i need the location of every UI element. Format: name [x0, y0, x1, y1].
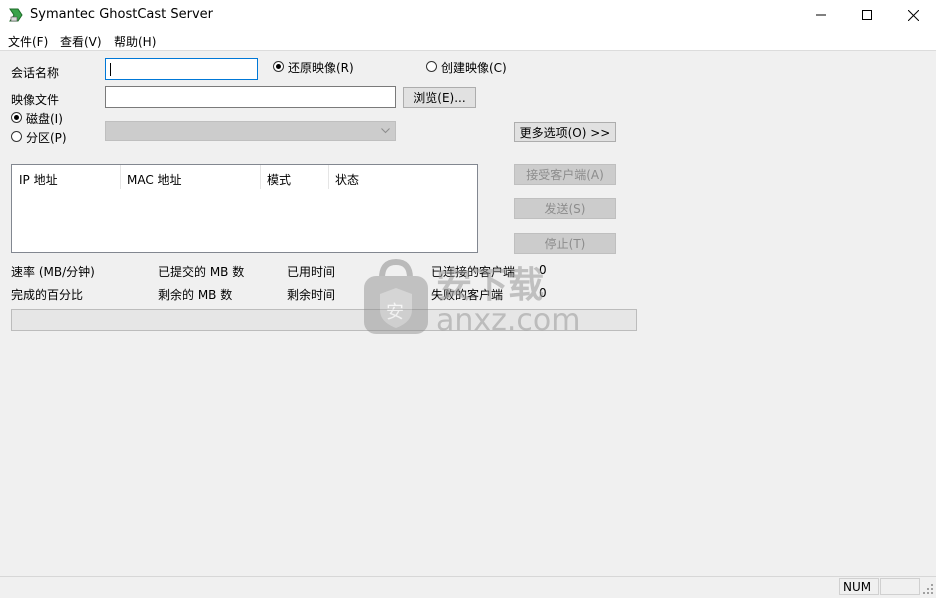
create-image-radio[interactable]	[426, 61, 437, 72]
restore-image-label: 还原映像(R)	[288, 61, 354, 75]
percent-complete-label: 完成的百分比	[11, 288, 84, 302]
image-file-label: 映像文件	[11, 93, 60, 107]
session-name-label: 会话名称	[11, 66, 60, 80]
submitted-mb-label: 已提交的 MB 数	[158, 265, 245, 279]
session-name-input[interactable]	[105, 58, 258, 80]
close-icon	[907, 9, 919, 21]
image-file-input[interactable]	[105, 86, 396, 108]
clients-list[interactable]: IP 地址 MAC 地址 模式 状态	[11, 164, 478, 253]
remaining-mb-label: 剩余的 MB 数	[158, 288, 233, 302]
watermark-logo-char: 安	[386, 302, 404, 323]
column-header-mode[interactable]: 模式	[267, 171, 291, 188]
partition-label: 分区(P)	[26, 131, 67, 145]
more-options-button[interactable]: 更多选项(O) >>	[514, 122, 616, 142]
minimize-button[interactable]	[798, 0, 844, 30]
close-button[interactable]	[890, 0, 936, 30]
watermark-logo: 安	[360, 258, 432, 336]
disk-label: 磁盘(I)	[26, 112, 63, 126]
maximize-icon	[862, 10, 872, 20]
menu-file[interactable]: 文件(F)	[8, 33, 48, 50]
menu-help[interactable]: 帮助(H)	[114, 33, 156, 50]
elapsed-time-label: 已用时间	[287, 265, 336, 279]
shield-bag-icon	[364, 258, 428, 334]
maximize-button[interactable]	[844, 0, 890, 30]
window-title: Symantec GhostCast Server	[30, 7, 214, 22]
minimize-icon	[816, 14, 826, 16]
rate-label: 速率 (MB/分钟)	[11, 265, 95, 279]
status-bar	[0, 576, 936, 598]
menu-view[interactable]: 查看(V)	[60, 33, 102, 50]
browse-button[interactable]: 浏览(E)...	[403, 87, 476, 108]
resize-grip-icon[interactable]	[922, 583, 934, 595]
chevron-down-icon	[381, 128, 390, 134]
column-divider	[120, 165, 121, 189]
column-divider	[328, 165, 329, 189]
column-header-mac[interactable]: MAC 地址	[127, 171, 182, 188]
ghostcast-app-icon	[9, 8, 23, 22]
remaining-time-label: 剩余时间	[287, 288, 336, 302]
text-caret	[110, 63, 111, 76]
column-header-ip[interactable]: IP 地址	[19, 171, 58, 188]
accept-clients-button[interactable]: 接受客户端(A)	[514, 164, 616, 185]
partition-combo[interactable]	[105, 121, 396, 141]
stop-button[interactable]: 停止(T)	[514, 233, 616, 254]
watermark-text-cn: 安下载	[436, 265, 545, 306]
column-divider	[260, 165, 261, 189]
column-header-status[interactable]: 状态	[335, 171, 359, 188]
create-image-label: 创建映像(C)	[441, 61, 507, 75]
disk-radio[interactable]	[11, 112, 22, 123]
num-lock-indicator: NUM	[839, 578, 879, 595]
partition-radio[interactable]	[11, 131, 22, 142]
watermark-text-domain: anxz.com	[436, 303, 581, 338]
restore-image-radio[interactable]	[273, 61, 284, 72]
send-button[interactable]: 发送(S)	[514, 198, 616, 219]
status-pane-empty	[880, 578, 920, 595]
